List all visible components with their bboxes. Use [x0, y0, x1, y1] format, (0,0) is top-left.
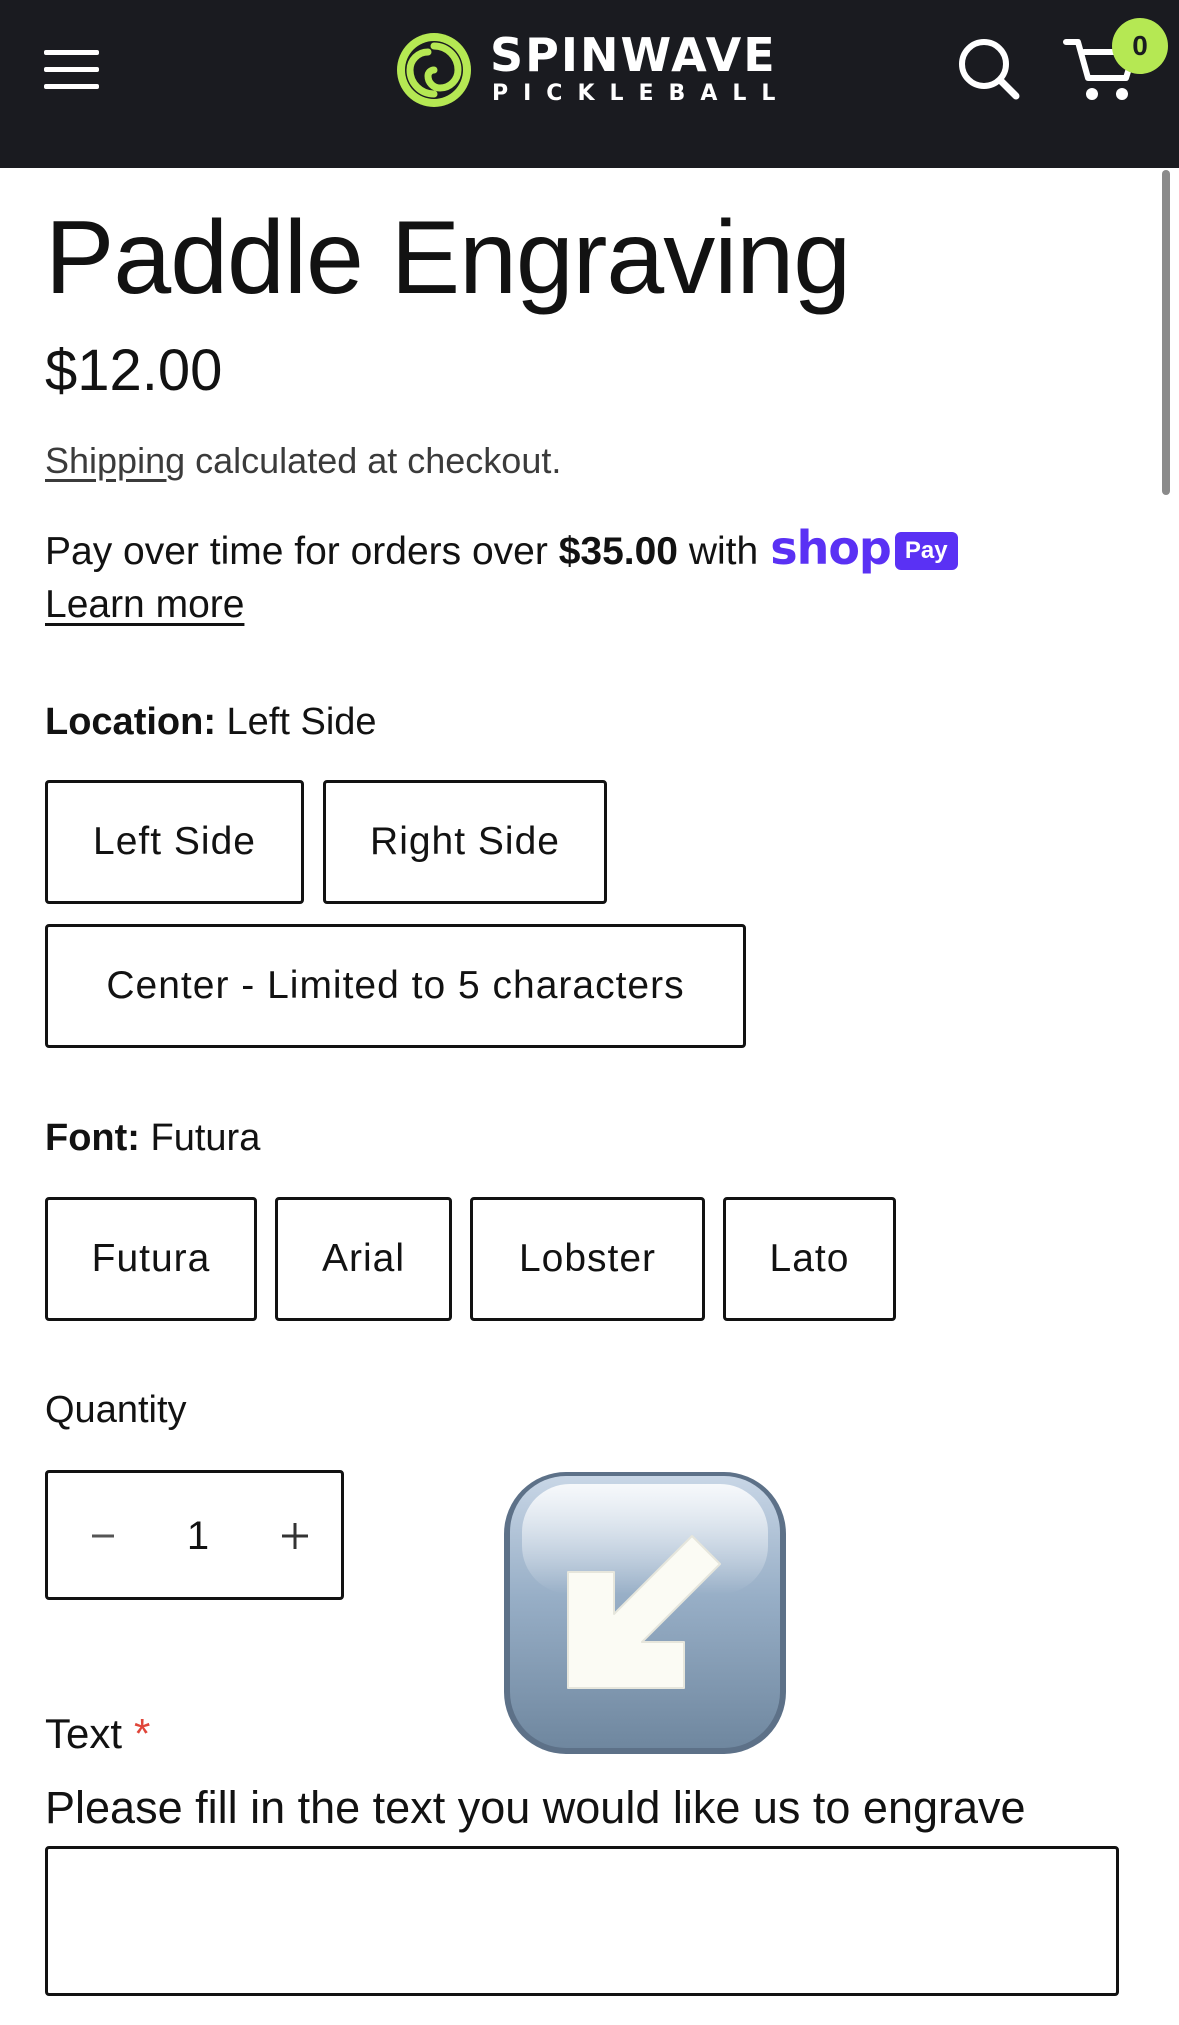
product-price: $12.00 — [45, 338, 223, 403]
font-selected-value: Futura — [150, 1117, 261, 1159]
shipping-link[interactable]: Shipping — [45, 440, 185, 481]
down-left-arrow-emoji-icon — [504, 1472, 786, 1754]
font-option-lato[interactable]: Lato — [723, 1197, 896, 1321]
shop-pay-logo: shop — [770, 521, 892, 575]
search-icon[interactable] — [956, 36, 1022, 102]
shop-pay-installments: Pay over time for orders over $35.00 wit… — [45, 522, 1145, 578]
font-option-futura[interactable]: Futura — [45, 1197, 257, 1321]
cart-count-badge: 0 — [1112, 18, 1168, 74]
quantity-stepper: 1 — [45, 1470, 344, 1600]
font-label: Font: Futura — [45, 1114, 260, 1162]
page-scrollbar[interactable] — [1162, 170, 1170, 495]
shop-pay-badge: Pay — [894, 532, 958, 570]
engraving-text-input[interactable] — [45, 1846, 1119, 1996]
location-label: Location: Left Side — [45, 698, 377, 746]
location-option-center[interactable]: Center - Limited to 5 characters — [45, 924, 746, 1048]
brand-name: SPINWAVE — [490, 28, 777, 82]
logo-swirl-icon — [397, 33, 471, 107]
engraving-help-text: Please fill in the text you would like u… — [45, 1782, 1026, 1833]
site-header: SPINWAVE PICKLEBALL 0 — [0, 0, 1179, 168]
brand-subtitle: PICKLEBALL — [492, 81, 791, 106]
location-option-right-side[interactable]: Right Side — [323, 780, 607, 904]
menu-icon[interactable] — [44, 50, 100, 90]
font-option-lobster[interactable]: Lobster — [470, 1197, 705, 1321]
pay-threshold-amount: $35.00 — [558, 530, 678, 573]
brand-logo[interactable]: SPINWAVE PICKLEBALL — [394, 28, 794, 114]
shipping-note-text: calculated at checkout. — [185, 440, 562, 481]
shipping-note: Shipping calculated at checkout. — [45, 438, 561, 484]
font-option-arial[interactable]: Arial — [275, 1197, 452, 1321]
location-option-left-side[interactable]: Left Side — [45, 780, 304, 904]
minus-icon[interactable] — [78, 1511, 128, 1561]
pay-text-pre: Pay over time for orders over — [45, 530, 559, 573]
quantity-label: Quantity — [45, 1389, 187, 1431]
engraving-text-label: Text * — [45, 1708, 150, 1760]
location-selected-value: Left Side — [226, 701, 377, 743]
engraving-text-label-name: Text — [45, 1710, 123, 1757]
quantity-value[interactable]: 1 — [168, 1507, 228, 1565]
plus-icon[interactable] — [270, 1511, 320, 1561]
pay-text-post: with — [677, 530, 759, 573]
location-label-name: Location: — [45, 701, 216, 743]
learn-more-link[interactable]: Learn more — [45, 580, 244, 630]
font-label-name: Font: — [45, 1117, 140, 1159]
product-title: Paddle Engraving — [45, 200, 851, 316]
required-asterisk: * — [134, 1710, 151, 1757]
